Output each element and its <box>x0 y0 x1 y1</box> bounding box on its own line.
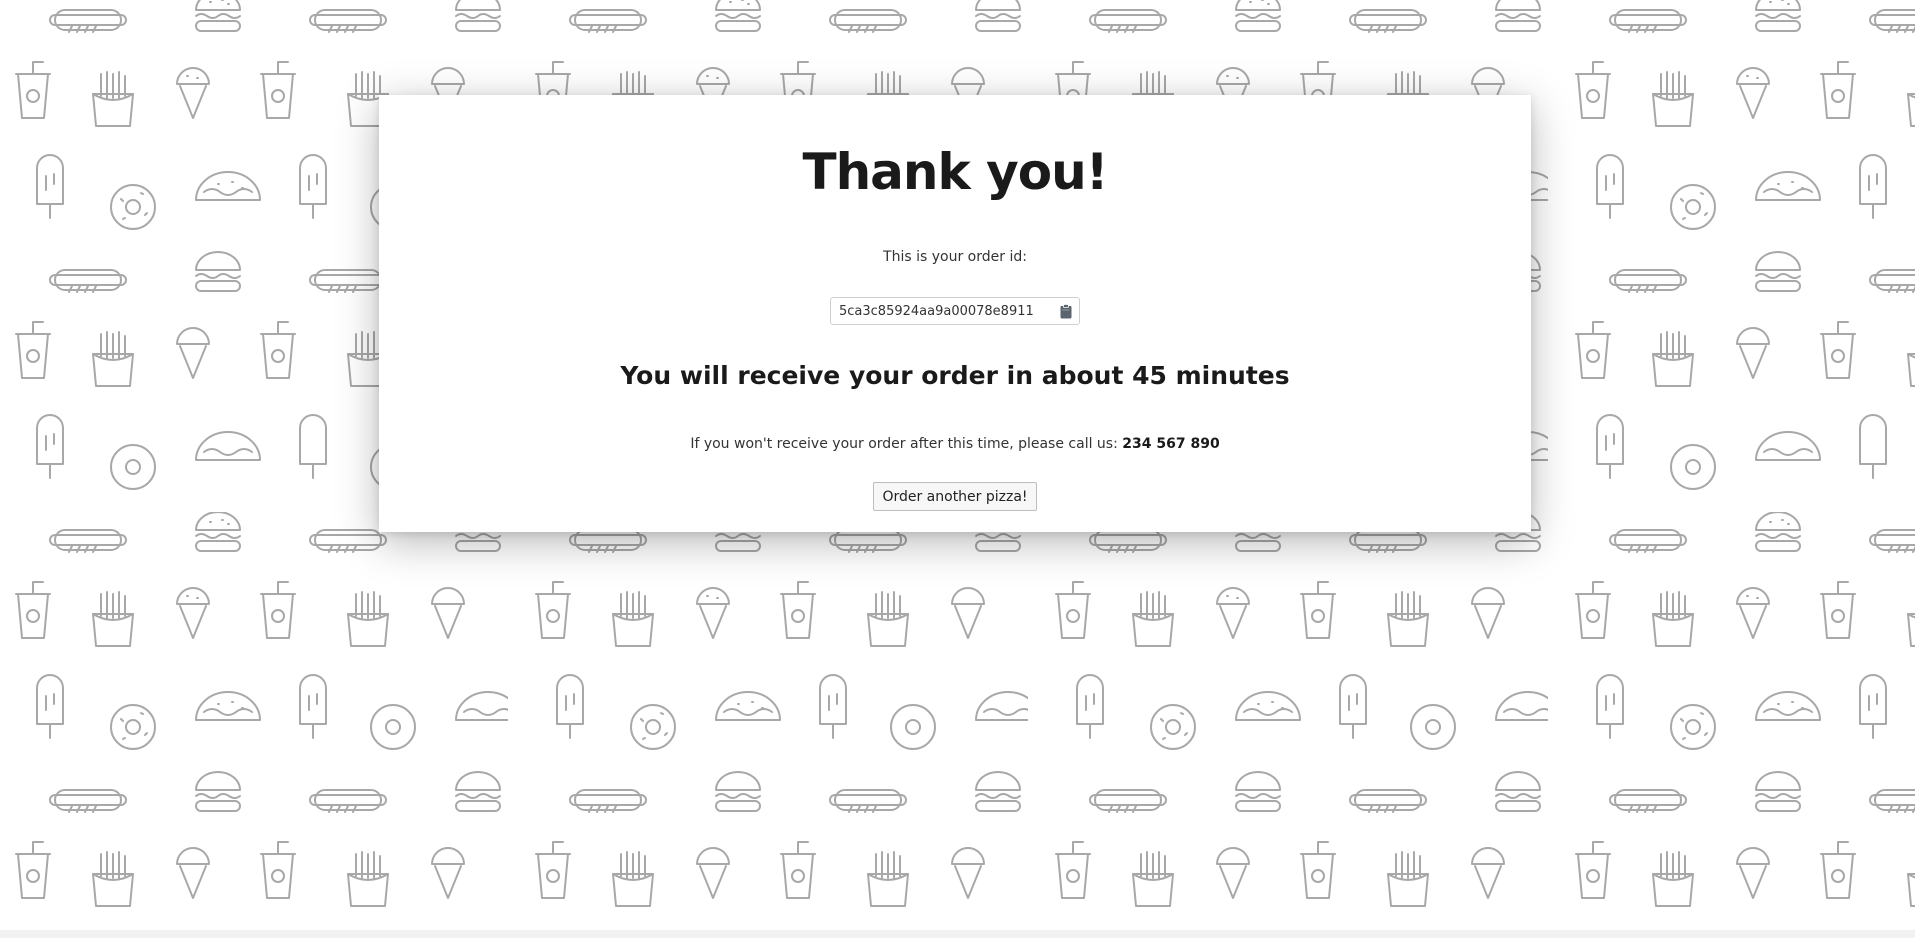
phone-number: 234 567 890 <box>1122 436 1220 452</box>
clipboard-icon[interactable] <box>1053 298 1079 324</box>
order-id-field[interactable]: 5ca3c85924aa9a00078e8911 <box>830 297 1080 325</box>
order-another-pizza-button[interactable]: Order another pizza! <box>873 482 1037 511</box>
order-id-value[interactable]: 5ca3c85924aa9a00078e8911 <box>831 304 1053 319</box>
thank-you-card: Thank you! This is your order id: 5ca3c8… <box>379 95 1531 532</box>
call-info-text: If you won't receive your order after th… <box>690 436 1123 452</box>
call-info: If you won't receive your order after th… <box>379 436 1531 452</box>
bottom-strip <box>0 930 1915 938</box>
order-id-label: This is your order id: <box>883 249 1027 265</box>
page-title: Thank you! <box>802 143 1108 201</box>
delivery-message: You will receive your order in about 45 … <box>620 361 1290 390</box>
